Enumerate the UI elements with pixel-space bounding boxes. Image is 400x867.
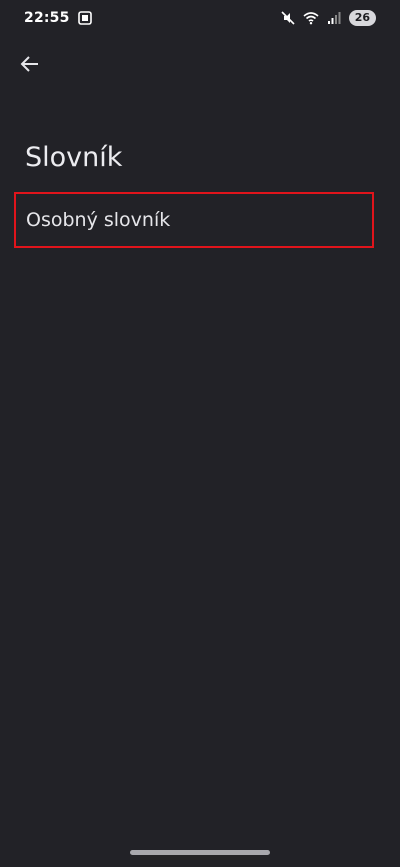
back-button[interactable] [10,44,50,84]
status-bar: 22:55 26 [0,0,400,36]
page-title: Slovník [25,142,123,173]
back-arrow-icon [19,53,41,75]
list-item-label: Osobný slovník [26,209,171,231]
mute-icon [281,11,295,25]
screenshot-icon [77,11,92,25]
wifi-icon [303,11,319,25]
signal-icon [327,11,341,25]
battery-badge: 26 [348,10,376,26]
status-time: 22:55 [24,10,70,26]
status-right: 26 [281,10,376,26]
list-item-personal-dictionary[interactable]: Osobný slovník [14,192,374,248]
top-app-bar [10,44,50,84]
navigation-handle[interactable] [130,850,270,855]
status-left: 22:55 [24,10,92,26]
